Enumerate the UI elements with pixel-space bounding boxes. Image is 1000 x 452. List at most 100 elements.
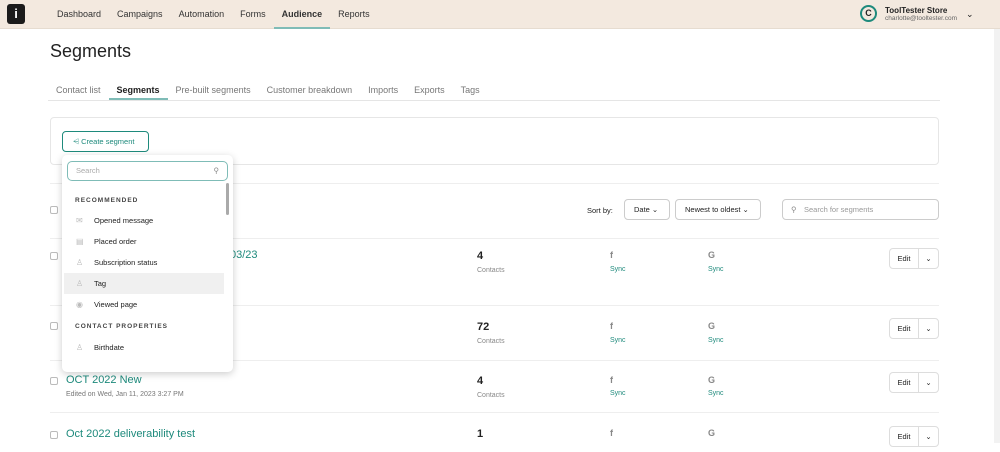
google-icon: G [708,321,716,331]
facebook-icon: f [610,250,613,260]
tabs: Contact list Segments Pre-built segments… [48,80,940,101]
top-nav: i Dashboard Campaigns Automation Forms A… [0,0,1000,29]
option-label: Viewed page [94,300,138,309]
option-opened-message[interactable]: ✉ Opened message [64,210,224,231]
sort-order-select[interactable]: Newest to oldest ⌄ [675,199,761,220]
criteria-search-input[interactable]: Search ⚲ [67,161,228,181]
edit-button-group: Edit ⌄ [889,426,939,447]
create-segment-label: Create segment [81,137,135,146]
filter-plus-icon: ⩤ [73,137,82,146]
sort-label: Sort by: [587,206,613,215]
nav-automation[interactable]: Automation [171,0,233,29]
contacts-label: Contacts [477,338,505,345]
page-title: Segments [50,41,132,61]
person-icon: ♙ [76,258,84,267]
nav-dashboard[interactable]: Dashboard [49,0,109,29]
option-label: Opened message [94,216,154,225]
row-checkbox[interactable] [50,252,58,260]
search-icon: ⚲ [791,205,797,214]
create-segment-button[interactable]: ⩤ Create segment [62,131,149,152]
chevron-down-icon[interactable]: ⌄ [918,373,938,392]
account-menu[interactable]: C ToolTester Store charlotte@tooltester.… [860,5,974,22]
edit-button-group: Edit ⌄ [889,318,939,339]
sort-order-value: Newest to oldest [685,205,741,214]
criteria-search-placeholder: Search [76,166,100,175]
chevron-down-icon[interactable]: ⌄ [918,427,938,446]
page-scrollbar[interactable] [994,29,1000,443]
dropdown-scrollbar[interactable] [226,183,229,215]
tab-contact-list[interactable]: Contact list [48,80,109,100]
option-subscription-status[interactable]: ♙ Subscription status [64,252,224,273]
segment-edited: Edited on Wed, Jan 11, 2023 3:27 PM [66,391,184,398]
receipt-icon: ▤ [76,237,84,246]
segment-criteria-dropdown: Search ⚲ RECOMMENDED ✉ Opened message ▤ Pla… [62,155,233,372]
google-icon: G [708,375,716,385]
envelope-open-icon: ✉ [76,216,83,225]
facebook-sync-link[interactable]: Sync [610,337,626,344]
select-all-checkbox[interactable] [50,206,58,214]
option-viewed-page[interactable]: ◉ Viewed page [64,294,224,315]
nav-reports[interactable]: Reports [330,0,378,29]
tab-pre-built-segments[interactable]: Pre-built segments [168,80,259,100]
segment-title[interactable]: Oct 2022 deliverability test [66,428,195,440]
nav-campaigns[interactable]: Campaigns [109,0,171,29]
tab-customer-breakdown[interactable]: Customer breakdown [259,80,361,100]
tab-tags[interactable]: Tags [453,80,488,100]
edit-button[interactable]: Edit [890,319,918,338]
tab-exports[interactable]: Exports [406,80,453,100]
option-label: Placed order [94,237,137,246]
account-name: ToolTester Store [885,5,948,15]
option-label: Subscription status [94,258,158,267]
google-sync-link[interactable]: Sync [708,266,724,273]
section-recommended: RECOMMENDED [75,197,139,204]
option-placed-order[interactable]: ▤ Placed order [64,231,224,252]
option-label: Birthdate [94,343,125,352]
google-icon: G [708,428,716,438]
facebook-icon: f [610,375,613,385]
chevron-down-icon[interactable]: ⌄ [966,9,974,20]
contact-count: 4 [477,375,484,387]
edit-button[interactable]: Edit [890,249,918,268]
person-icon: ♙ [76,279,84,288]
facebook-icon: f [610,428,613,438]
tab-segments[interactable]: Segments [108,80,168,100]
nav-forms[interactable]: Forms [232,0,274,29]
option-tag[interactable]: ♙ Tag [64,273,224,294]
account-email: charlotte@tooltester.com [885,14,957,22]
facebook-sync-link[interactable]: Sync [610,266,626,273]
chevron-down-icon[interactable]: ⌄ [918,249,938,268]
facebook-sync-link[interactable]: Sync [610,390,626,397]
row-checkbox[interactable] [50,431,58,439]
contact-count: 4 [477,250,484,262]
search-icon: ⚲ [213,166,220,175]
contacts-label: Contacts [477,392,505,399]
option-label: Tag [94,279,107,288]
segment-search-input[interactable]: ⚲ Search for segments [782,199,939,220]
person-icon: ♙ [76,343,84,352]
search-placeholder: Search for segments [804,205,874,214]
facebook-icon: f [610,321,613,331]
row-checkbox[interactable] [50,377,58,385]
sort-field-value: Date [634,205,650,214]
row-checkbox[interactable] [50,322,58,330]
edit-button[interactable]: Edit [890,427,918,446]
segment-title[interactable]: 03/23 [230,249,258,261]
section-contact-properties: CONTACT PROPERTIES [75,323,168,330]
google-sync-link[interactable]: Sync [708,390,724,397]
app-logo[interactable]: i [7,4,25,24]
sort-field-select[interactable]: Date ⌄ [624,199,670,220]
chevron-down-icon[interactable]: ⌄ [918,319,938,338]
edit-button-group: Edit ⌄ [889,248,939,269]
edit-button[interactable]: Edit [890,373,918,392]
contact-count: 1 [477,428,484,440]
contact-count: 72 [477,321,490,333]
avatar: C [860,5,877,22]
segment-title[interactable]: OCT 2022 New [66,374,142,386]
google-icon: G [708,250,716,260]
google-sync-link[interactable]: Sync [708,337,724,344]
eye-icon: ◉ [76,300,83,309]
table-row: Oct 2022 deliverability test 1 f G Edit ⌄ [50,412,939,452]
tab-imports[interactable]: Imports [360,80,406,100]
nav-audience[interactable]: Audience [273,0,331,29]
option-birthdate[interactable]: ♙ Birthdate [64,337,224,358]
